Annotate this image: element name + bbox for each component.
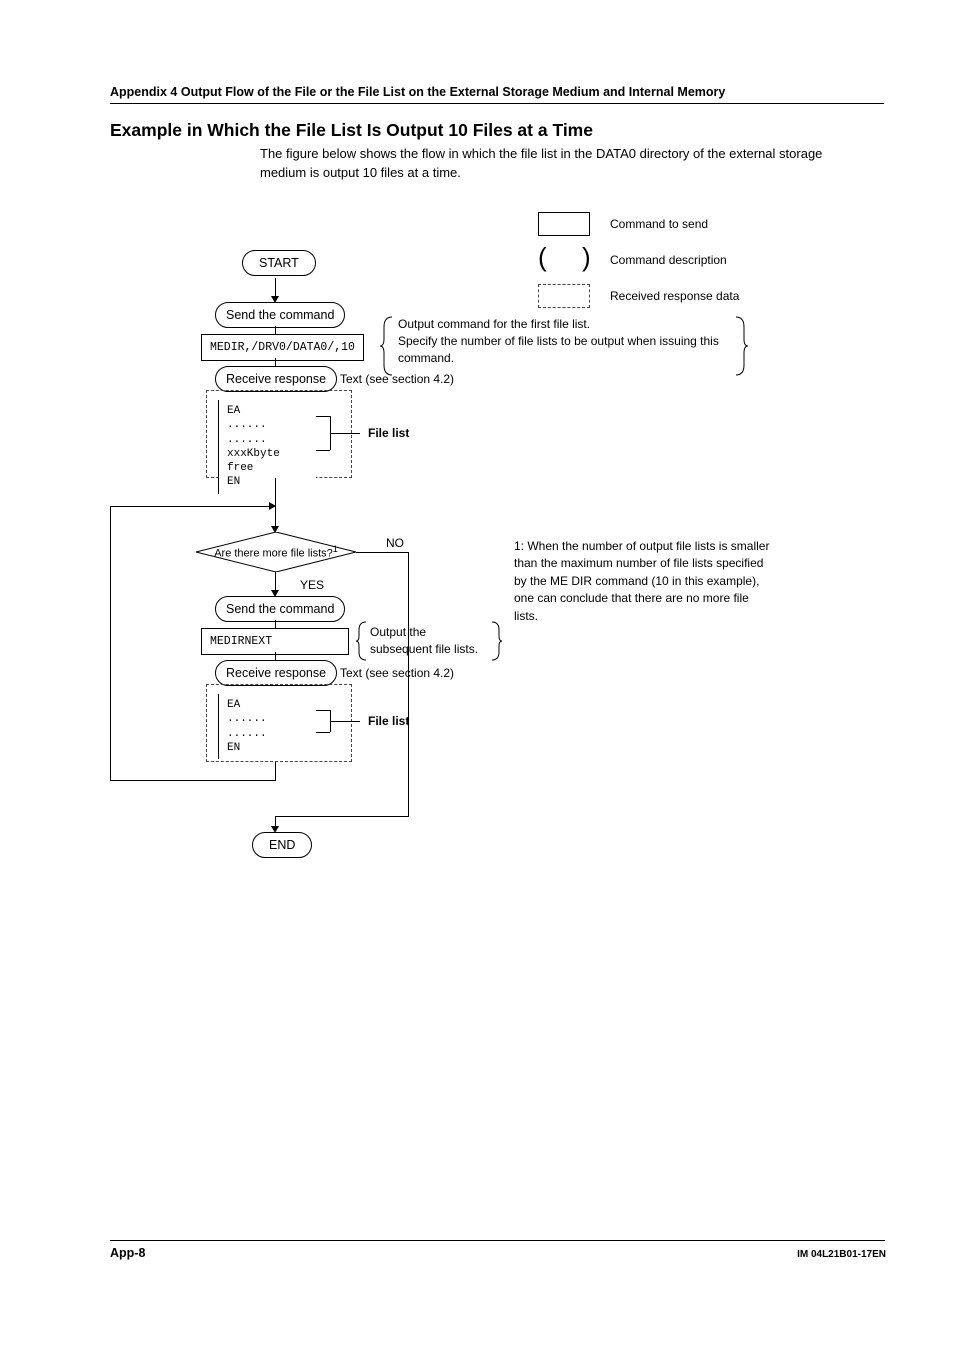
resp-line: EN	[227, 475, 310, 489]
bracket	[316, 416, 330, 417]
text-ref-2: Text (see section 4.2)	[340, 666, 454, 680]
conn	[110, 780, 276, 781]
bracket	[330, 721, 360, 722]
resp-line: ......	[227, 727, 310, 741]
cmd1-note: Output command for the first file list. …	[398, 316, 758, 366]
resp-line: ......	[227, 418, 310, 432]
resp-line: ......	[227, 433, 310, 447]
bracket	[316, 732, 330, 733]
brace-icon	[380, 315, 396, 377]
conn	[275, 506, 276, 528]
legend-paren-open: (	[538, 242, 547, 273]
receive-response-1: Receive response	[215, 366, 337, 392]
cmd2-box: MEDIRNEXT	[201, 628, 349, 655]
decision-text: Are there more file lists?	[214, 548, 333, 560]
conn	[275, 816, 409, 817]
decision-sup: 1	[333, 544, 338, 554]
conn	[275, 762, 276, 780]
file-list-label-2: File list	[368, 714, 409, 728]
brace-icon	[356, 620, 368, 662]
legend-resp-text: Received response data	[610, 289, 739, 303]
cmd1-box: MEDIR,/DRV0/DATA0/,10	[201, 334, 364, 361]
resp-line: ......	[227, 712, 310, 726]
send-command-1: Send the command	[215, 302, 345, 328]
response2-box: EA ...... ...... EN	[218, 694, 316, 759]
resp-line: xxxKbyte free	[227, 447, 310, 476]
resp-line: EA	[227, 698, 310, 712]
appendix-header: Appendix 4 Output Flow of the File or th…	[110, 85, 884, 104]
flowchart-diagram: Command to send ( ) Command description …	[110, 200, 840, 880]
footnote-1: 1: When the number of output file lists …	[514, 538, 774, 625]
resp-line: EA	[227, 404, 310, 418]
intro-text: The figure below shows the flow in which…	[260, 145, 854, 183]
conn	[408, 552, 409, 816]
conn	[275, 620, 276, 628]
doc-id: IM 04L21B01-17EN	[797, 1244, 886, 1260]
file-list-label-1: File list	[368, 426, 409, 440]
conn	[275, 652, 276, 660]
legend-cmd-text: Command to send	[610, 217, 708, 231]
arrow	[275, 278, 276, 298]
send-command-2: Send the command	[215, 596, 345, 622]
response1-box: EA ...... ...... xxxKbyte free EN	[218, 400, 316, 494]
legend-cmd-box	[538, 212, 590, 236]
bracket	[316, 710, 330, 711]
cmd2-note: Output the subsequent file lists.	[370, 624, 510, 658]
conn	[275, 358, 276, 366]
end-node: END	[252, 832, 312, 858]
conn	[275, 326, 276, 334]
legend-desc-text: Command description	[610, 253, 727, 267]
brace-icon	[490, 620, 502, 662]
conn	[110, 506, 111, 781]
legend-dash-box	[538, 284, 590, 308]
start-node: START	[242, 250, 316, 276]
receive-response-2: Receive response	[215, 660, 337, 686]
legend-paren-close: )	[582, 242, 591, 273]
page-number: App-8	[110, 1240, 885, 1260]
resp-line: EN	[227, 741, 310, 755]
conn	[110, 506, 275, 507]
section-title: Example in Which the File List Is Output…	[110, 120, 593, 141]
brace-icon	[732, 315, 748, 377]
yes-label: YES	[300, 578, 324, 592]
bracket	[330, 433, 360, 434]
conn	[356, 552, 408, 553]
no-label: NO	[386, 536, 404, 550]
decision-node: Are there more file lists?1	[196, 532, 356, 572]
bracket	[316, 450, 330, 451]
conn	[275, 572, 276, 592]
text-ref-1: Text (see section 4.2)	[340, 372, 454, 386]
